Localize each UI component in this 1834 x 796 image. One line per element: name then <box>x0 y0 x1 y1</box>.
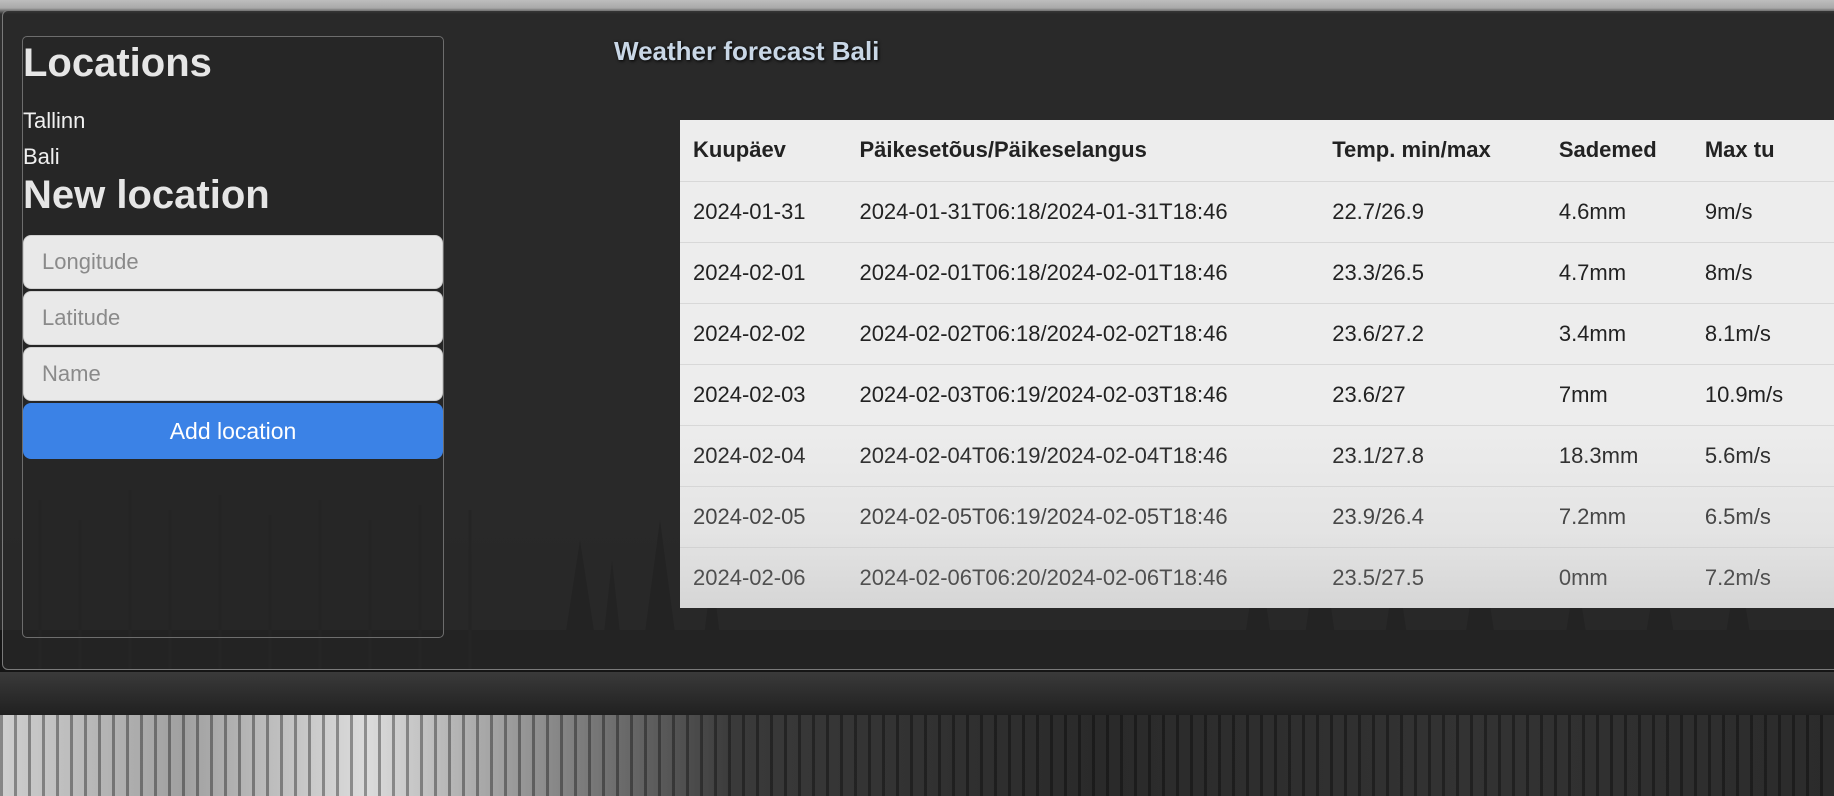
cell-precip: 7.2mm <box>1545 486 1692 548</box>
forecast-title: Weather forecast Bali <box>614 36 880 66</box>
cell-wind: 5.6m/s <box>1691 425 1834 487</box>
header-date: Kuupäev <box>680 120 847 182</box>
cell-precip: 4.6mm <box>1545 181 1692 243</box>
cell-temp: 23.3/26.5 <box>1319 242 1546 304</box>
cell-temp: 22.7/26.9 <box>1319 181 1546 243</box>
cell-sun: 2024-02-02T06:18/2024-02-02T18:46 <box>846 303 1320 365</box>
header-temperature: Temp. min/max <box>1319 120 1546 182</box>
cell-wind: 9m/s <box>1691 181 1834 243</box>
header-max-wind: Max tu <box>1691 120 1834 182</box>
table-row: 2024-02-05 2024-02-05T06:19/2024-02-05T1… <box>680 486 1834 548</box>
forecast-table: Kuupäev Päikesetõus/Päikeselangus Temp. … <box>680 120 1834 608</box>
cell-date: 2024-02-05 <box>680 486 847 548</box>
table-row: 2024-02-04 2024-02-04T06:19/2024-02-04T1… <box>680 425 1834 487</box>
header-sunrise-sunset: Päikesetõus/Päikeselangus <box>846 120 1320 182</box>
background-water <box>0 715 1834 796</box>
cell-wind: 10.9m/s <box>1691 364 1834 426</box>
cell-precip: 4.7mm <box>1545 242 1692 304</box>
header-precipitation: Sademed <box>1545 120 1692 182</box>
location-item-bali[interactable]: Bali <box>23 139 85 175</box>
cell-sun: 2024-02-06T06:20/2024-02-06T18:46 <box>846 547 1320 608</box>
cell-sun: 2024-01-31T06:18/2024-01-31T18:46 <box>846 181 1320 243</box>
cell-date: 2024-02-02 <box>680 303 847 365</box>
cell-date: 2024-02-03 <box>680 364 847 426</box>
cell-wind: 8m/s <box>1691 242 1834 304</box>
longitude-input[interactable] <box>23 235 443 289</box>
cell-precip: 18.3mm <box>1545 425 1692 487</box>
cell-date: 2024-02-01 <box>680 242 847 304</box>
table-row: 2024-02-01 2024-02-01T06:18/2024-02-01T1… <box>680 242 1834 304</box>
table-row: 2024-02-02 2024-02-02T06:18/2024-02-02T1… <box>680 303 1834 365</box>
cell-precip: 0mm <box>1545 547 1692 608</box>
table-row: 2024-02-03 2024-02-03T06:19/2024-02-03T1… <box>680 364 1834 426</box>
latitude-input[interactable] <box>23 291 443 345</box>
table-row: 2024-01-31 2024-01-31T06:18/2024-01-31T1… <box>680 181 1834 243</box>
cell-temp: 23.6/27.2 <box>1319 303 1546 365</box>
new-location-heading: New location <box>23 173 270 217</box>
cell-date: 2024-02-06 <box>680 547 847 608</box>
cell-sun: 2024-02-01T06:18/2024-02-01T18:46 <box>846 242 1320 304</box>
cell-temp: 23.6/27 <box>1319 364 1546 426</box>
table-header-row: Kuupäev Päikesetõus/Päikeselangus Temp. … <box>680 120 1834 182</box>
table-row: 2024-02-06 2024-02-06T06:20/2024-02-06T1… <box>680 547 1834 608</box>
location-item-tallinn[interactable]: Tallinn <box>23 103 85 139</box>
add-location-button[interactable]: Add location <box>23 403 443 459</box>
cell-precip: 3.4mm <box>1545 303 1692 365</box>
cell-date: 2024-01-31 <box>680 181 847 243</box>
cell-wind: 7.2m/s <box>1691 547 1834 608</box>
cell-temp: 23.1/27.8 <box>1319 425 1546 487</box>
cell-sun: 2024-02-03T06:19/2024-02-03T18:46 <box>846 364 1320 426</box>
location-list: Tallinn Bali <box>23 103 85 175</box>
locations-sidebar: Locations Tallinn Bali New location Add … <box>22 36 444 638</box>
cell-temp: 23.9/26.4 <box>1319 486 1546 548</box>
cell-sun: 2024-02-04T06:19/2024-02-04T18:46 <box>846 425 1320 487</box>
forecast-table-container: Kuupäev Päikesetõus/Päikeselangus Temp. … <box>680 120 1834 608</box>
cell-temp: 23.5/27.5 <box>1319 547 1546 608</box>
cell-wind: 8.1m/s <box>1691 303 1834 365</box>
cell-sun: 2024-02-05T06:19/2024-02-05T18:46 <box>846 486 1320 548</box>
cell-precip: 7mm <box>1545 364 1692 426</box>
locations-heading: Locations <box>23 41 212 85</box>
cell-date: 2024-02-04 <box>680 425 847 487</box>
name-input[interactable] <box>23 347 443 401</box>
cell-wind: 6.5m/s <box>1691 486 1834 548</box>
